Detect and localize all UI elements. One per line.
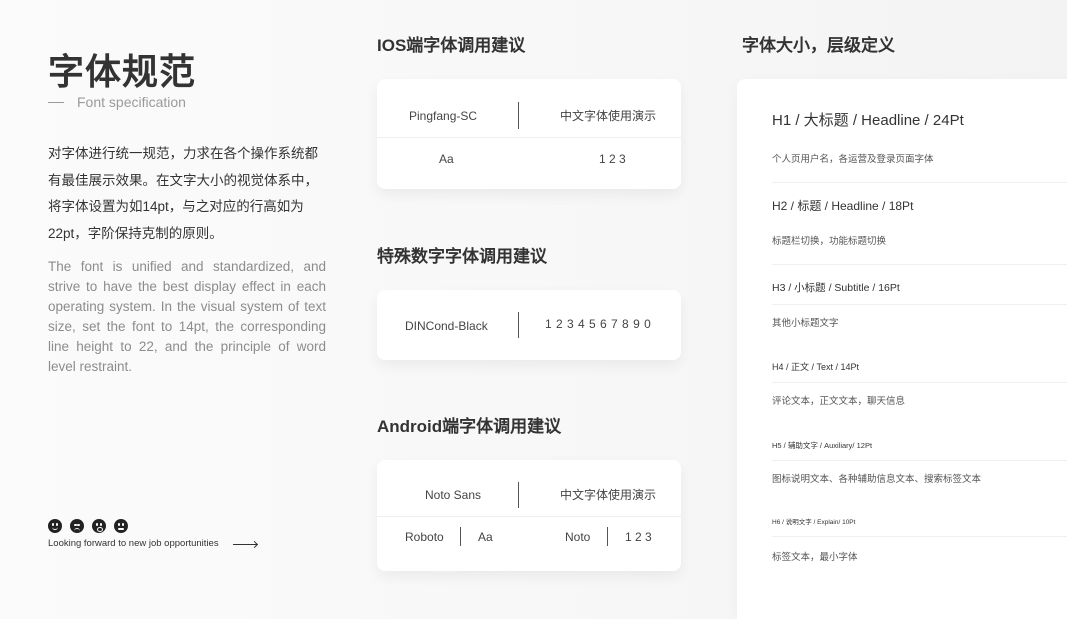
ios-font-name: Pingfang-SC xyxy=(409,109,478,123)
description-line: 有最佳展示效果。在文字大小的视觉体系中， xyxy=(48,172,318,188)
emoji-row xyxy=(48,519,128,533)
level-h5-label: H5 / 辅助文字 / Auxiliary/ 12Pt xyxy=(772,441,873,450)
special-font-name: DINCond-Black xyxy=(405,319,488,333)
description-chinese: 对字体进行统一规范，力求在各个操作系统都 有最佳展示效果。在文字大小的视觉体系中… xyxy=(48,141,328,247)
divider xyxy=(772,304,1067,305)
description-line: 22pt，字阶保持克制的原则。 xyxy=(48,225,223,241)
divider xyxy=(772,182,1067,183)
divider xyxy=(772,382,1067,383)
special-heading: 特殊数字字体调用建议 xyxy=(377,247,547,266)
level-h4-desc: 评论文本，正文文本，聊天信息 xyxy=(772,396,906,407)
android-sample: Aa xyxy=(478,530,493,544)
special-card: DINCond-Black 1 2 3 4 5 6 7 8 9 0 xyxy=(377,290,681,360)
levels-panel: H1 / 大标题 / Headline / 24Pt 个人页用户名，各运营及登录… xyxy=(737,79,1067,619)
level-h2-desc: 标题栏切换，功能标题切换 xyxy=(772,236,887,247)
level-h2-label: H2 / 标题 / Headline / 18Pt xyxy=(772,199,914,213)
divider xyxy=(772,460,1067,461)
ios-card: Pingfang-SC 中文字体使用演示 Aa 1 2 3 xyxy=(377,79,681,189)
page-subtitle: Font specification xyxy=(48,93,186,111)
smile-face-icon xyxy=(48,519,62,533)
tagline: Looking forward to new job opportunities xyxy=(48,538,257,550)
android-demo-label: 中文字体使用演示 xyxy=(560,488,657,502)
android-roboto: Roboto xyxy=(405,530,444,544)
divider xyxy=(518,482,519,508)
ios-sample: Aa xyxy=(439,152,454,166)
neutral-face-icon xyxy=(114,519,128,533)
level-h1-label: H1 / 大标题 / Headline / 24Pt xyxy=(772,112,964,129)
ios-numbers: 1 2 3 xyxy=(599,152,626,166)
description-english: The font is unified and standardized, an… xyxy=(48,259,326,374)
level-h5-desc: 图标说明文本、各种辅助信息文本、搜索标签文本 xyxy=(772,474,982,485)
divider xyxy=(772,536,1067,537)
android-numbers: 1 2 3 xyxy=(625,530,652,544)
android-font-name: Noto Sans xyxy=(425,488,482,502)
level-h6-label: H6 / 说明文字 / Explain/ 10Pt xyxy=(772,519,856,526)
divider xyxy=(772,264,1067,265)
subtitle-text: Font specification xyxy=(77,94,186,110)
page-title: 字体规范 xyxy=(48,51,197,92)
tagline-text: Looking forward to new job opportunities xyxy=(48,538,219,549)
level-h3-desc: 其他小标题文字 xyxy=(772,318,839,329)
divider xyxy=(377,137,681,138)
ios-heading: IOS端字体调用建议 xyxy=(377,36,526,55)
level-h6-desc: 标签文本，最小字体 xyxy=(772,552,858,563)
android-card: Noto Sans 中文字体使用演示 Roboto Aa Noto 1 2 3 xyxy=(377,460,681,571)
level-h1-desc: 个人页用户名，各运营及登录页面字体 xyxy=(772,154,934,165)
android-heading: Android端字体调用建议 xyxy=(377,417,562,436)
ios-demo-label: 中文字体使用演示 xyxy=(560,109,657,123)
level-h4-label: H4 / 正文 / Text / 14Pt xyxy=(772,362,860,372)
subtitle-dash xyxy=(48,101,64,103)
divider xyxy=(377,516,681,517)
divider xyxy=(518,312,519,338)
level-h3-label: H3 / 小标题 / Subtitle / 16Pt xyxy=(772,282,900,294)
special-digits: 1 2 3 4 5 6 7 8 9 0 xyxy=(545,317,652,331)
divider xyxy=(460,527,461,546)
levels-heading: 字体大小，层级定义 xyxy=(742,36,895,55)
arrow-right-icon xyxy=(232,543,257,545)
description-line: 将字体设置为如14pt，与之对应的行高如为 xyxy=(48,199,304,214)
divider xyxy=(607,527,608,546)
description-line: 对字体进行统一规范，力求在各个操作系统都 xyxy=(48,146,318,161)
android-noto: Noto xyxy=(565,530,591,544)
divider xyxy=(518,102,519,129)
surprised-face-icon xyxy=(92,519,106,533)
dizzy-face-icon xyxy=(70,519,84,533)
